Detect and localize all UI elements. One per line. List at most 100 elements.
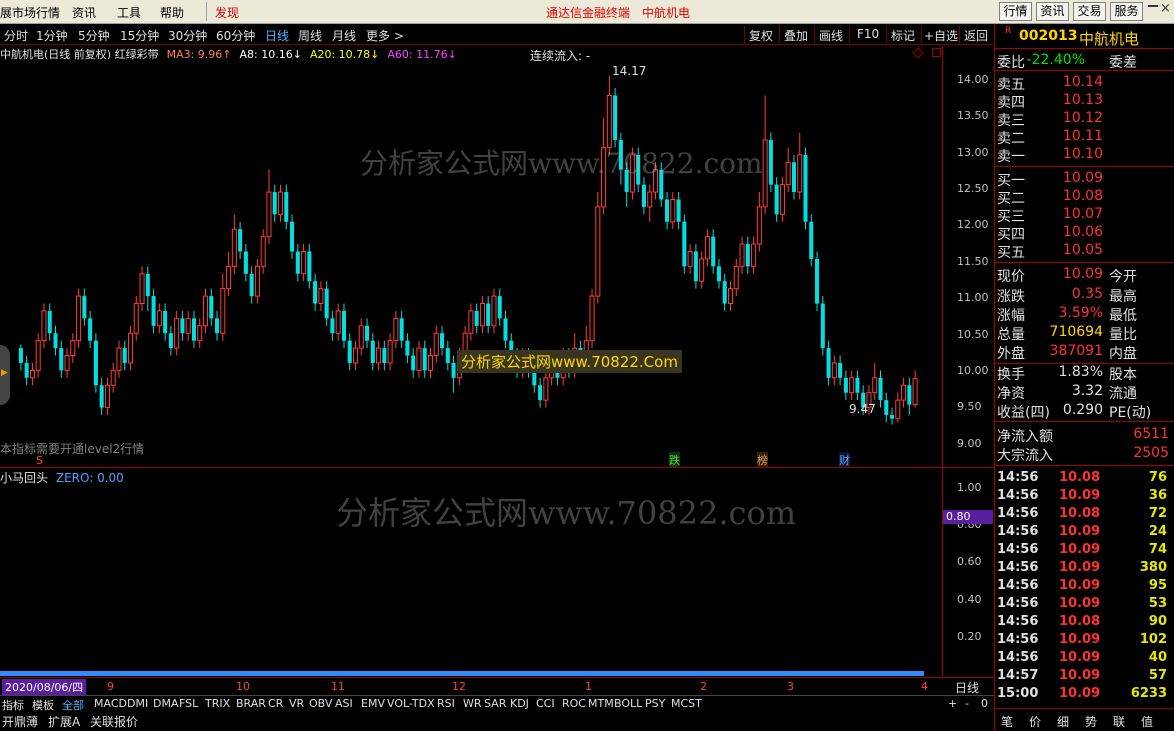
candle[interactable] bbox=[895, 392, 901, 423]
candle[interactable] bbox=[479, 296, 485, 334]
candle[interactable] bbox=[589, 288, 595, 349]
period-tab[interactable]: 分时 bbox=[4, 27, 28, 44]
menu-tools[interactable]: 工具 bbox=[117, 4, 141, 21]
candle[interactable] bbox=[901, 377, 907, 408]
diamond-icon[interactable] bbox=[912, 47, 924, 59]
candle[interactable] bbox=[209, 288, 214, 326]
candle[interactable] bbox=[803, 147, 808, 230]
candle[interactable] bbox=[451, 355, 456, 393]
candle[interactable] bbox=[301, 244, 307, 282]
candle[interactable] bbox=[676, 192, 681, 230]
candle[interactable] bbox=[185, 310, 191, 341]
menu-market[interactable]: 展市场行情 bbox=[0, 4, 60, 21]
period-tab[interactable]: 月线 bbox=[332, 27, 356, 44]
period-tab[interactable]: 60分钟 bbox=[216, 27, 255, 44]
candle[interactable] bbox=[486, 296, 491, 334]
candle[interactable] bbox=[704, 229, 710, 267]
zoom-in-button[interactable]: + bbox=[948, 697, 957, 710]
candle[interactable] bbox=[716, 258, 721, 289]
candle[interactable] bbox=[215, 310, 220, 341]
candle[interactable] bbox=[202, 288, 209, 334]
s-marker[interactable]: S bbox=[36, 454, 43, 467]
pane-divider[interactable] bbox=[0, 467, 994, 468]
candle[interactable] bbox=[838, 355, 843, 386]
tab-fsl[interactable]: FSL bbox=[179, 697, 198, 710]
service-button[interactable]: 服务 bbox=[1110, 2, 1143, 21]
candle[interactable] bbox=[647, 184, 653, 222]
tab-kdj[interactable]: KDJ bbox=[510, 697, 529, 710]
adjust-button[interactable]: 复权 bbox=[749, 27, 773, 44]
candle[interactable] bbox=[365, 318, 370, 349]
candle[interactable] bbox=[733, 258, 739, 297]
tab-emv[interactable]: EMV bbox=[361, 697, 385, 710]
candle[interactable] bbox=[249, 266, 254, 304]
candle[interactable] bbox=[699, 251, 705, 289]
candle[interactable] bbox=[352, 340, 359, 371]
tab-indicator[interactable]: 指标 bbox=[2, 697, 24, 713]
finance-marker[interactable]: 财 bbox=[839, 452, 850, 468]
candle[interactable] bbox=[243, 244, 248, 282]
candle[interactable] bbox=[272, 184, 277, 222]
candle[interactable] bbox=[47, 303, 52, 341]
info-button[interactable]: 资讯 bbox=[1036, 2, 1069, 21]
period-label[interactable]: 日线 bbox=[955, 679, 979, 696]
candle[interactable] bbox=[127, 325, 134, 371]
bottom-tab[interactable]: 开鼎薄 bbox=[2, 713, 38, 730]
period-tab[interactable]: 周线 bbox=[298, 27, 322, 44]
candle[interactable] bbox=[174, 310, 180, 356]
candle[interactable] bbox=[907, 377, 912, 415]
candle[interactable] bbox=[387, 333, 393, 371]
candle[interactable] bbox=[427, 348, 434, 378]
mark-button[interactable]: 标记 bbox=[891, 27, 915, 44]
candle[interactable] bbox=[88, 310, 93, 349]
f10-button[interactable]: F10 bbox=[857, 27, 879, 41]
candle[interactable] bbox=[376, 340, 382, 371]
candle[interactable] bbox=[59, 340, 64, 378]
candle[interactable] bbox=[231, 214, 237, 274]
menu-help[interactable]: 帮助 bbox=[160, 4, 184, 21]
candle[interactable] bbox=[99, 377, 104, 415]
candle[interactable] bbox=[163, 303, 168, 341]
tab-prices[interactable]: 价 bbox=[1029, 713, 1041, 730]
candle[interactable] bbox=[29, 362, 35, 386]
candle[interactable] bbox=[693, 244, 698, 289]
maximize-pane-icon[interactable] bbox=[932, 48, 941, 57]
candle[interactable] bbox=[70, 333, 76, 363]
tab-wr[interactable]: WR bbox=[463, 697, 482, 710]
more-periods[interactable]: 更多 > bbox=[366, 27, 404, 44]
candle[interactable] bbox=[503, 310, 508, 349]
zoom-out-button[interactable]: - bbox=[965, 697, 969, 710]
candle[interactable] bbox=[82, 288, 87, 326]
bottom-tab[interactable]: 扩展A bbox=[48, 713, 80, 730]
candle[interactable] bbox=[538, 377, 543, 408]
tab-brar[interactable]: BRAR bbox=[236, 697, 266, 710]
candle[interactable] bbox=[180, 310, 185, 341]
candle[interactable] bbox=[912, 370, 918, 408]
candle[interactable] bbox=[324, 281, 329, 326]
tab-dma[interactable]: DMA bbox=[153, 697, 179, 710]
candle[interactable] bbox=[791, 154, 796, 200]
candle[interactable] bbox=[711, 229, 716, 274]
candle[interactable] bbox=[254, 258, 260, 304]
menu-discover[interactable]: 发现 bbox=[215, 4, 239, 21]
candle[interactable] bbox=[133, 296, 139, 341]
candle[interactable] bbox=[41, 303, 47, 349]
indicator-title[interactable]: 小马回头 bbox=[0, 471, 48, 485]
quote-button[interactable]: 行情 bbox=[999, 2, 1032, 21]
back-button[interactable]: 返回 bbox=[964, 27, 988, 44]
candle[interactable] bbox=[266, 169, 272, 245]
candle[interactable] bbox=[313, 273, 318, 311]
tab-mcst[interactable]: MCST bbox=[671, 697, 702, 710]
candle[interactable] bbox=[53, 325, 58, 356]
candle[interactable] bbox=[290, 214, 295, 259]
menu-news[interactable]: 资讯 bbox=[72, 4, 96, 21]
expand-arrow-icon[interactable]: ▶ bbox=[1, 368, 8, 378]
tab-linked[interactable]: 联 bbox=[1113, 713, 1125, 730]
tab-roc[interactable]: ROC bbox=[562, 697, 586, 710]
candle[interactable] bbox=[318, 281, 324, 311]
add-watchlist-button[interactable]: +自选 bbox=[924, 27, 958, 44]
fall-marker[interactable]: 跌 bbox=[669, 452, 680, 468]
period-tab[interactable]: 15分钟 bbox=[120, 27, 159, 44]
candlestick-chart[interactable] bbox=[0, 62, 942, 467]
candle[interactable] bbox=[433, 325, 439, 363]
